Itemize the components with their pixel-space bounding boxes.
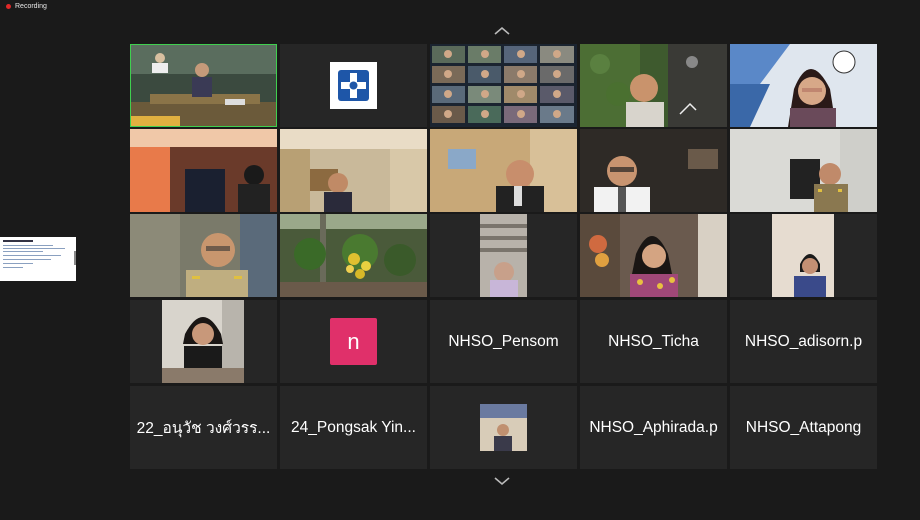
video-feed bbox=[130, 129, 277, 212]
participant-tile[interactable] bbox=[430, 214, 577, 297]
participant-tile[interactable]: NHSO_Aphirada.p bbox=[580, 386, 727, 469]
participant-tile[interactable]: 24_Pongsak Yin... bbox=[280, 386, 427, 469]
shared-screen-thumbnail[interactable] bbox=[0, 237, 76, 281]
participant-tile[interactable]: 22_อนุวัช วงศ์วรร... bbox=[130, 386, 277, 469]
video-feed bbox=[580, 44, 727, 127]
video-feed bbox=[280, 129, 427, 212]
video-feed bbox=[280, 44, 427, 127]
participant-tile[interactable]: NHSO_Ticha bbox=[580, 300, 727, 383]
recording-label: Recording bbox=[15, 3, 47, 10]
participant-tile[interactable] bbox=[280, 44, 427, 127]
participant-tile[interactable] bbox=[130, 129, 277, 212]
recording-indicator: Recording bbox=[6, 3, 47, 10]
video-feed bbox=[730, 129, 877, 212]
nhso-logo-icon bbox=[338, 70, 369, 101]
video-feed bbox=[580, 214, 727, 297]
participant-tile[interactable] bbox=[580, 214, 727, 297]
participant-tile[interactable] bbox=[130, 44, 277, 127]
participant-tile[interactable] bbox=[580, 44, 727, 127]
participant-tile[interactable] bbox=[430, 44, 577, 127]
participant-tile[interactable] bbox=[580, 129, 727, 212]
participant-tile[interactable] bbox=[280, 129, 427, 212]
video-feed bbox=[430, 129, 577, 212]
video-feed bbox=[730, 214, 877, 297]
participant-tile[interactable] bbox=[430, 129, 577, 212]
participant-name: 24_Pongsak Yin... bbox=[291, 418, 416, 436]
participant-tile[interactable]: NHSO_adisorn.p bbox=[730, 300, 877, 383]
participant-tile[interactable] bbox=[730, 129, 877, 212]
participant-tile[interactable]: n bbox=[280, 300, 427, 383]
participant-tile[interactable] bbox=[730, 214, 877, 297]
participant-tile[interactable] bbox=[130, 300, 277, 383]
video-feed bbox=[430, 44, 577, 127]
participant-name: NHSO_Aphirada.p bbox=[589, 418, 718, 436]
video-feed bbox=[280, 214, 427, 297]
participant-tile[interactable]: NHSO_Pensom bbox=[430, 300, 577, 383]
chevron-down-icon[interactable] bbox=[492, 475, 512, 487]
participant-name: 22_อนุวัช วงศ์วรร... bbox=[136, 420, 271, 437]
participant-name: NHSO_adisorn.p bbox=[744, 332, 863, 350]
video-feed bbox=[430, 214, 577, 297]
participant-tile[interactable] bbox=[130, 214, 277, 297]
video-feed bbox=[130, 300, 277, 383]
chevron-up-icon[interactable] bbox=[492, 25, 512, 37]
video-feed bbox=[130, 214, 277, 297]
participant-tile[interactable] bbox=[730, 44, 877, 127]
video-feed bbox=[730, 44, 877, 127]
participant-name: NHSO_Attapong bbox=[745, 418, 862, 436]
participant-name: NHSO_Ticha bbox=[608, 332, 699, 350]
video-feed bbox=[580, 129, 727, 212]
video-grid: n NHSO_Pensom NHSO_Ticha NHSO_adisorn.p … bbox=[130, 44, 877, 469]
video-feed bbox=[130, 44, 277, 127]
record-dot-icon bbox=[6, 4, 11, 9]
avatar: n bbox=[330, 318, 377, 365]
participant-tile[interactable] bbox=[430, 386, 577, 469]
participant-tile[interactable]: NHSO_Attapong bbox=[730, 386, 877, 469]
participant-name: NHSO_Pensom bbox=[448, 332, 559, 350]
video-feed bbox=[430, 386, 577, 469]
participant-tile[interactable] bbox=[280, 214, 427, 297]
